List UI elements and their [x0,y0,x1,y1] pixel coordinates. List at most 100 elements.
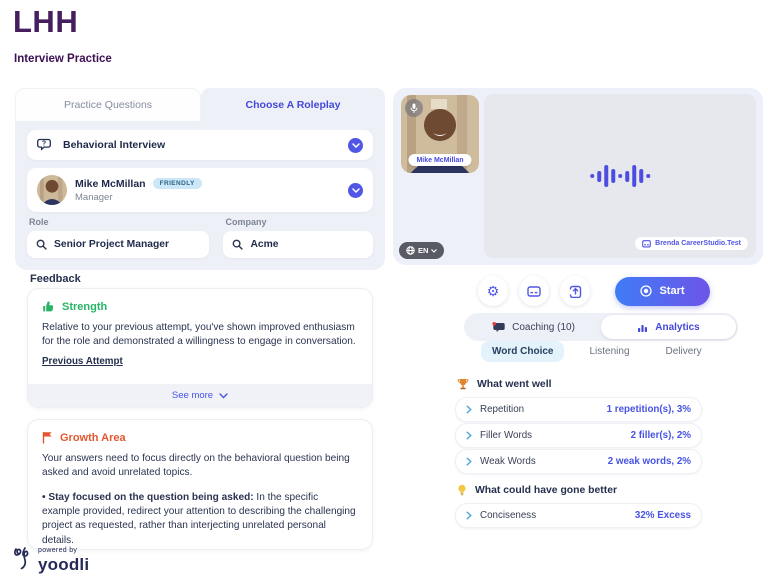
feedback-title: Feedback [30,273,81,285]
share-upload-icon [569,285,582,298]
see-more-button[interactable]: See more [28,384,372,407]
role-input[interactable]: Senior Project Manager [27,231,209,258]
scenario-chevron-down-icon[interactable] [348,138,363,153]
feedback-tabbar: Coaching (10) Analytics [464,313,738,341]
start-button[interactable]: Start [615,277,710,306]
metric-value: 32% Excess [635,510,691,521]
growth-body: Your answers need to focus directly on t… [42,452,358,481]
role-label: Role [29,217,209,227]
user-video-thumbnail: Mike McMillan [401,95,479,173]
search-icon [232,239,243,250]
metric-row-repetition[interactable]: Repetition 1 repetition(s), 3% [455,397,702,422]
metric-label: Conciseness [480,510,536,521]
growth-bullet: • Stay focused on the question being ask… [42,491,358,548]
previous-attempt-link[interactable]: Previous Attempt [42,356,123,367]
chevron-down-icon [219,393,228,399]
metric-row-filler-words[interactable]: Filler Words 2 filler(s), 2% [455,423,702,448]
went-well-header: What went well [457,378,551,391]
company-input[interactable]: Acme [223,231,373,258]
metric-label: Weak Words [480,456,536,467]
roleplay-chat-icon: ? [37,138,55,152]
growth-title: Growth Area [60,432,126,444]
analytics-label: Analytics [655,322,699,333]
svg-text:?: ? [42,141,46,148]
left-tabbar: Practice Questions Choose A Roleplay [15,88,385,121]
lightbulb-icon [457,484,467,497]
friendly-badge: FRIENDLY [153,178,202,189]
captions-icon [642,240,651,248]
persona-name: Mike McMillan [75,178,146,190]
captions-icon [527,286,541,297]
metric-row-weak-words[interactable]: Weak Words 2 weak words, 2% [455,449,702,474]
language-label: EN [418,246,428,255]
scenario-label: Behavioral Interview [63,139,165,151]
analytics-subtabs: Word Choice Listening Delivery [481,341,713,362]
participant-name-pill: Mike McMillan [408,154,471,166]
metric-value: 2 filler(s), 2% [631,430,691,441]
scenario-select[interactable]: ? Behavioral Interview [27,130,373,160]
audio-waveform-icon [590,165,650,187]
gear-icon: ⚙ [487,284,500,298]
persona-avatar [37,175,67,205]
company-value: Acme [250,239,278,250]
strength-body: Relative to your previous attempt, you'v… [42,321,358,350]
session-controls: ⚙ Start [478,276,710,306]
persona-chevron-down-icon[interactable] [348,183,363,198]
subtab-word-choice[interactable]: Word Choice [481,341,564,362]
chevron-right-icon [466,457,472,466]
gone-better-title: What could have gone better [475,485,617,496]
subtab-listening[interactable]: Listening [578,341,640,362]
chevron-right-icon [466,431,472,440]
language-selector[interactable]: EN [399,242,444,259]
persona-subtitle: Manager [75,192,202,203]
mic-icon[interactable] [405,99,423,117]
metric-value: 1 repetition(s), 3% [607,404,691,415]
captions-button[interactable] [519,276,549,306]
start-label: Start [659,285,684,297]
tab-analytics[interactable]: Analytics [601,315,736,339]
persona-select[interactable]: Mike McMillan FRIENDLY Manager [27,168,373,212]
subtab-delivery[interactable]: Delivery [655,341,713,362]
strength-card: Strength Relative to your previous attem… [27,288,373,408]
share-button[interactable] [560,276,590,306]
ai-speaker-stage: Brenda CareerStudio.Test [484,94,756,258]
page-title: Interview Practice [14,53,112,65]
metric-label: Repetition [480,404,524,415]
flag-icon [42,431,53,444]
chevron-right-icon [466,405,472,414]
role-value: Senior Project Manager [54,239,169,250]
metric-value: 2 weak words, 2% [608,456,691,467]
chevron-down-icon [431,249,437,253]
metric-row-conciseness[interactable]: Conciseness 32% Excess [455,503,702,528]
growth-area-card: Growth Area Your answers need to focus d… [27,419,373,550]
trophy-icon [457,378,469,391]
see-more-label: See more [172,390,213,401]
caption-speaker-pill[interactable]: Brenda CareerStudio.Test [635,237,748,250]
settings-button[interactable]: ⚙ [478,276,508,306]
tab-practice-questions[interactable]: Practice Questions [15,88,201,121]
gone-better-header: What could have gone better [457,484,617,497]
coaching-chat-icon [492,322,505,333]
strength-title: Strength [62,301,107,313]
bar-chart-icon [637,322,648,333]
yoodli-logo-icon [12,545,33,573]
search-icon [36,239,47,250]
lhh-logo: LHH [13,4,78,40]
globe-icon [406,246,415,255]
role-company-fields: Role Senior Project Manager Company Acme [27,217,373,258]
chevron-right-icon [466,511,472,520]
coaching-label: Coaching (10) [512,322,575,333]
video-panel: Brenda CareerStudio.Test Mike McMillan E… [393,88,763,265]
powered-by-yoodli: powered by yoodli [12,545,89,573]
caption-speaker-label: Brenda CareerStudio.Test [655,240,741,247]
went-well-title: What went well [477,379,551,390]
metric-label: Filler Words [480,430,532,441]
tab-coaching[interactable]: Coaching (10) [466,315,601,339]
company-label: Company [225,217,373,227]
thumbs-up-icon [42,300,55,313]
tab-choose-roleplay[interactable]: Choose A Roleplay [201,88,385,121]
record-icon [640,285,652,297]
powered-by-label: powered by [38,547,89,554]
yoodli-wordmark: yoodli [38,556,89,573]
roleplay-setup-panel: ? Behavioral Interview Mike McMillan FRI… [15,121,385,270]
